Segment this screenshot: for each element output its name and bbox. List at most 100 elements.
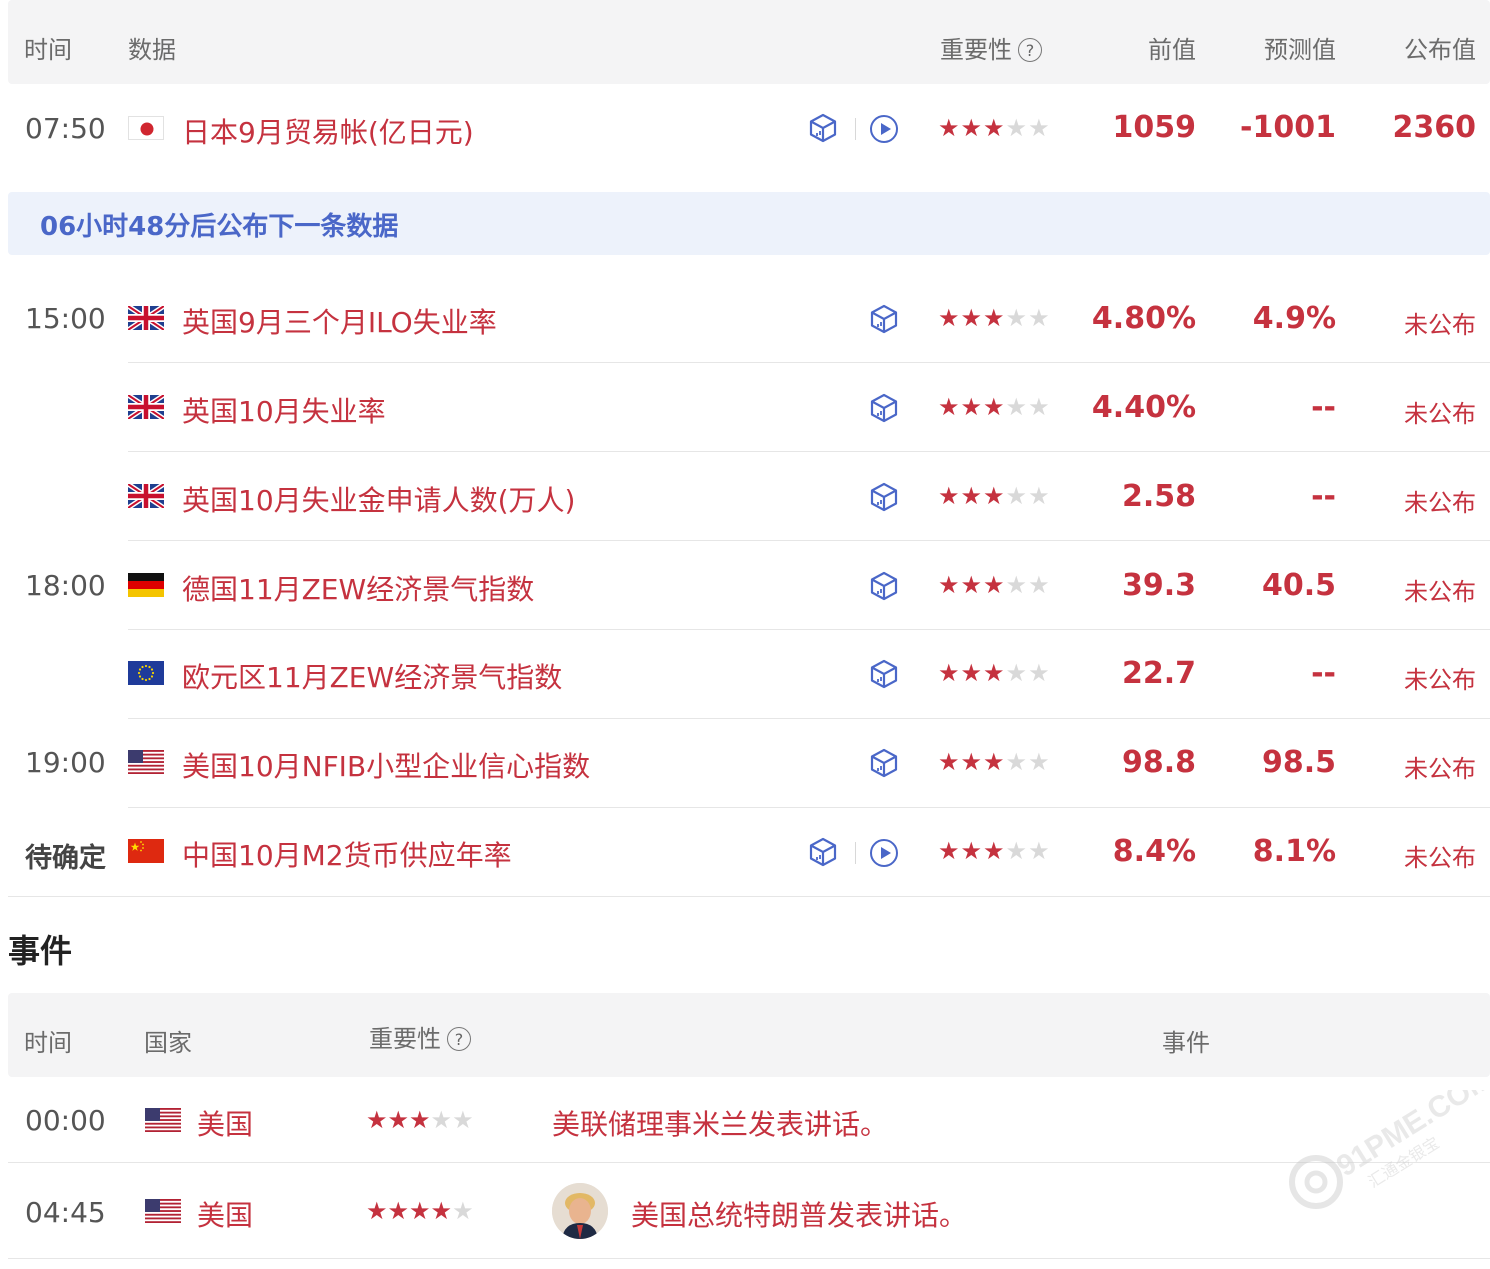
japan-flag-icon (128, 116, 164, 140)
row-actual: 未公布 (1404, 400, 1476, 428)
row-time: 19:00 (25, 746, 106, 779)
event-time: 00:00 (25, 1104, 106, 1137)
header-prev: 前值 (1148, 36, 1196, 64)
row-prev: 4.80% (1091, 301, 1196, 336)
row-name-link[interactable]: 日本9月贸易帐(亿日元) (182, 111, 474, 151)
row-actual: 2360 (1392, 110, 1477, 145)
row-prev: 1059 (1112, 110, 1197, 145)
row-prev: 39.3 (1121, 568, 1196, 603)
uk-flag-icon (128, 395, 164, 419)
row-name-link[interactable]: 英国9月三个月ILO失业率 (182, 301, 497, 341)
header-time: 时间 (24, 1029, 72, 1057)
data-chart-icon[interactable] (869, 748, 899, 778)
events-table-header: 时间 国家 重要性? 事件 (8, 993, 1490, 1077)
row-divider (8, 1162, 1490, 1163)
row-actual: 未公布 (1404, 666, 1476, 694)
icon-divider (855, 842, 856, 864)
data-chart-icon[interactable] (808, 113, 838, 143)
uk-flag-icon (128, 306, 164, 330)
importance-stars: ★★★★★ (938, 393, 1051, 421)
row-name-link[interactable]: 美国10月NFIB小型企业信心指数 (182, 745, 590, 785)
row-prev: 4.40% (1091, 390, 1196, 425)
row-prev: 2.58 (1121, 479, 1196, 514)
importance-stars: ★★★★★ (938, 748, 1051, 776)
row-time: 07:50 (25, 112, 106, 145)
row-forecast: -- (1311, 656, 1336, 691)
data-chart-icon[interactable] (869, 304, 899, 334)
header-importance: 重要性? (369, 1019, 471, 1054)
row-divider (128, 807, 1490, 808)
importance-stars: ★★★★★ (366, 1106, 474, 1134)
row-prev: 98.8 (1121, 745, 1196, 780)
row-actual: 未公布 (1404, 844, 1476, 872)
usa-flag-icon (128, 750, 164, 774)
event-text-link[interactable]: 美国总统特朗普发表讲话。 (631, 1194, 967, 1234)
importance-stars: ★★★★★ (938, 659, 1051, 687)
row-divider (8, 896, 1490, 897)
row-time: 待确定 (25, 843, 106, 874)
help-icon[interactable]: ? (447, 1027, 471, 1051)
row-divider (8, 1258, 1490, 1259)
data-chart-icon[interactable] (869, 393, 899, 423)
header-event: 事件 (1162, 1029, 1210, 1057)
row-time: 18:00 (25, 569, 106, 602)
row-actual: 未公布 (1404, 578, 1476, 606)
row-forecast: -1001 (1240, 110, 1336, 145)
row-forecast: 4.9% (1252, 301, 1336, 336)
event-country: 美国 (197, 1199, 254, 1232)
header-forecast: 预测值 (1264, 36, 1336, 64)
row-name-link[interactable]: 欧元区11月ZEW经济景气指数 (182, 656, 562, 696)
row-forecast: 98.5 (1261, 745, 1336, 780)
event-time: 04:45 (25, 1196, 106, 1229)
events-section-title: 事件 (8, 932, 73, 970)
row-forecast: -- (1311, 479, 1336, 514)
row-divider (128, 718, 1490, 719)
importance-stars: ★★★★★ (938, 837, 1051, 865)
countdown-text: 06小时48分后公布下一条数据 (40, 212, 399, 242)
row-divider (128, 451, 1490, 452)
site-watermark: 91PME.COM 汇通金银宝 (1286, 1062, 1490, 1210)
data-chart-icon[interactable] (869, 571, 899, 601)
row-name-link[interactable]: 中国10月M2货币供应年率 (182, 834, 512, 874)
importance-stars: ★★★★★ (938, 304, 1051, 332)
importance-stars: ★★★★★ (938, 114, 1051, 142)
header-importance: 重要性? (940, 30, 1042, 65)
data-chart-icon[interactable] (808, 837, 838, 867)
play-video-icon[interactable] (870, 839, 898, 867)
row-divider (128, 362, 1490, 363)
importance-stars: ★★★★★ (938, 482, 1051, 510)
usa-flag-icon (145, 1108, 181, 1132)
header-actual: 公布值 (1404, 36, 1476, 64)
event-text-link[interactable]: 美联储理事米兰发表讲话。 (552, 1103, 888, 1143)
germany-flag-icon (128, 573, 164, 597)
usa-flag-icon (145, 1199, 181, 1223)
importance-stars: ★★★★★ (938, 571, 1051, 599)
uk-flag-icon (128, 484, 164, 508)
header-country: 国家 (144, 1029, 192, 1057)
row-prev: 8.4% (1112, 834, 1196, 869)
speaker-avatar (552, 1183, 608, 1239)
data-chart-icon[interactable] (869, 659, 899, 689)
row-name-link[interactable]: 英国10月失业率 (182, 390, 386, 430)
row-name-link[interactable]: 德国11月ZEW经济景气指数 (182, 568, 534, 608)
help-icon[interactable]: ? (1018, 38, 1042, 62)
row-divider (128, 629, 1490, 630)
data-table-header: 时间 数据 重要性? 前值 预测值 公布值 (8, 0, 1490, 84)
importance-stars: ★★★★★ (366, 1197, 474, 1225)
row-forecast: -- (1311, 390, 1336, 425)
header-data: 数据 (128, 36, 176, 64)
row-forecast: 8.1% (1252, 834, 1336, 869)
row-prev: 22.7 (1121, 656, 1196, 691)
row-forecast: 40.5 (1261, 568, 1336, 603)
row-actual: 未公布 (1404, 311, 1476, 339)
row-name-link[interactable]: 英国10月失业金申请人数(万人) (182, 479, 575, 519)
row-time: 15:00 (25, 302, 106, 335)
event-country: 美国 (197, 1108, 254, 1141)
play-video-icon[interactable] (870, 115, 898, 143)
china-flag-icon (128, 839, 164, 863)
data-chart-icon[interactable] (869, 482, 899, 512)
row-divider (128, 540, 1490, 541)
eu-flag-icon (128, 661, 164, 685)
row-actual: 未公布 (1404, 489, 1476, 517)
header-time: 时间 (24, 36, 72, 64)
